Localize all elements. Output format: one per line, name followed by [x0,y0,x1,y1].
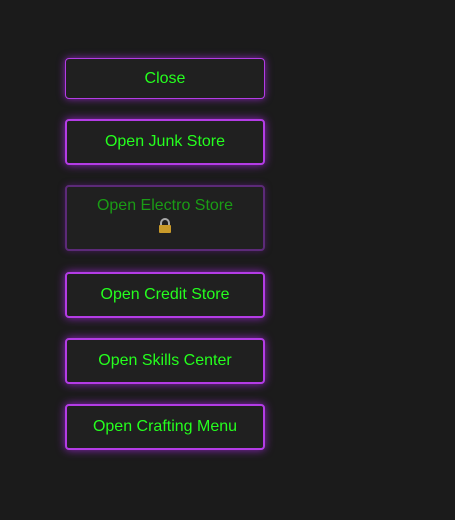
open-skills-center-button[interactable]: Open Skills Center [65,338,265,384]
open-junk-store-label: Open Junk Store [104,133,226,150]
open-electro-store-label: Open Electro Store [96,197,234,214]
open-credit-store-label: Open Credit Store [100,286,230,303]
open-skills-center-label: Open Skills Center [98,352,232,369]
open-credit-store-button[interactable]: Open Credit Store [65,272,265,318]
open-electro-store-button: Open Electro Store [65,185,265,251]
open-junk-store-button[interactable]: Open Junk Store [65,119,265,165]
close-button[interactable]: Close [65,58,265,99]
open-crafting-menu-button[interactable]: Open Crafting Menu [65,404,265,450]
lock-icon [159,218,171,234]
open-crafting-menu-label: Open Crafting Menu [92,418,238,435]
close-button-label: Close [144,70,186,87]
